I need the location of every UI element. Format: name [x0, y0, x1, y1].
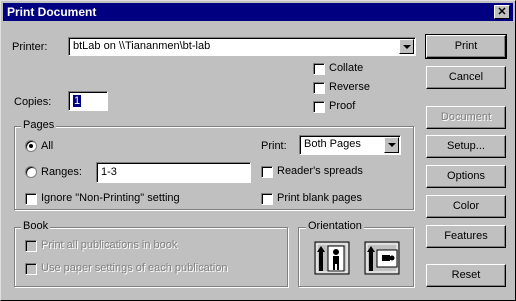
all-label: All	[41, 140, 54, 152]
proof-checkbox[interactable]	[313, 101, 325, 113]
print-blank-pages-checkbox[interactable]	[261, 193, 273, 205]
print-document-dialog: Print Document ✕ Printer: btLab on \\Tia…	[0, 0, 516, 301]
chevron-down-icon[interactable]	[384, 137, 399, 153]
portrait-icon[interactable]	[314, 241, 350, 275]
printer-select[interactable]: btLab on \\Tiananmen\bt-lab	[68, 37, 416, 56]
title-bar: Print Document ✕	[3, 3, 513, 21]
close-button[interactable]: ✕	[494, 5, 510, 19]
color-button-label: Color	[452, 200, 480, 212]
options-button[interactable]: Options	[426, 165, 506, 188]
print-label: Print:	[261, 140, 287, 152]
book-group	[14, 227, 288, 287]
setup-button[interactable]: Setup...	[426, 135, 506, 158]
use-paper-settings-checkbox[interactable]	[25, 263, 37, 275]
print-pages-value: Both Pages	[304, 138, 361, 150]
print-pages-select[interactable]: Both Pages	[299, 135, 401, 155]
print-button-label: Print	[454, 40, 478, 52]
print-all-publications-checkbox[interactable]	[25, 240, 37, 252]
ignore-nonprinting-label: Ignore "Non-Printing" setting	[41, 192, 180, 204]
reset-button[interactable]: Reset	[426, 264, 506, 287]
document-button-label: Document	[440, 111, 492, 123]
readers-spreads-label: Reader's spreads	[277, 165, 363, 177]
printer-label: Printer:	[12, 41, 48, 53]
reset-button-label: Reset	[451, 269, 481, 281]
cancel-button-label: Cancel	[448, 71, 484, 83]
document-button[interactable]: Document	[426, 106, 506, 129]
collate-checkbox[interactable]	[313, 63, 325, 75]
copies-value: 1	[73, 95, 82, 107]
features-button[interactable]: Features	[426, 225, 506, 248]
ranges-input[interactable]: 1-3	[96, 162, 251, 183]
copies-input[interactable]: 1	[68, 91, 108, 111]
print-blank-pages-label: Print blank pages	[277, 192, 362, 204]
use-paper-settings-label: Use paper settings of each publication	[41, 262, 228, 274]
printer-value: btLab on \\Tiananmen\bt-lab	[73, 40, 211, 52]
print-all-publications-label: Print all publications in book	[41, 239, 178, 251]
print-button[interactable]: Print	[425, 34, 507, 59]
ranges-radio[interactable]	[25, 166, 37, 178]
ignore-nonprinting-checkbox[interactable]	[25, 193, 37, 205]
pages-group-title: Pages	[21, 119, 57, 131]
landscape-icon[interactable]	[364, 241, 400, 275]
window-title: Print Document	[7, 5, 97, 19]
all-radio[interactable]	[25, 140, 37, 152]
reverse-checkbox[interactable]	[313, 82, 325, 94]
ranges-value: 1-3	[101, 166, 117, 178]
readers-spreads-checkbox[interactable]	[261, 166, 273, 178]
orientation-group-title: Orientation	[306, 220, 364, 232]
ranges-label: Ranges:	[41, 166, 82, 178]
proof-label: Proof	[329, 100, 356, 112]
reverse-label: Reverse	[329, 81, 370, 93]
book-group-title: Book	[21, 220, 51, 232]
options-button-label: Options	[447, 170, 485, 182]
cancel-button[interactable]: Cancel	[426, 66, 506, 89]
copies-label: Copies:	[14, 96, 52, 108]
setup-button-label: Setup...	[447, 140, 485, 152]
color-button[interactable]: Color	[426, 195, 506, 218]
features-button-label: Features	[444, 230, 488, 242]
chevron-down-icon[interactable]	[399, 39, 414, 54]
collate-label: Collate	[329, 62, 364, 74]
